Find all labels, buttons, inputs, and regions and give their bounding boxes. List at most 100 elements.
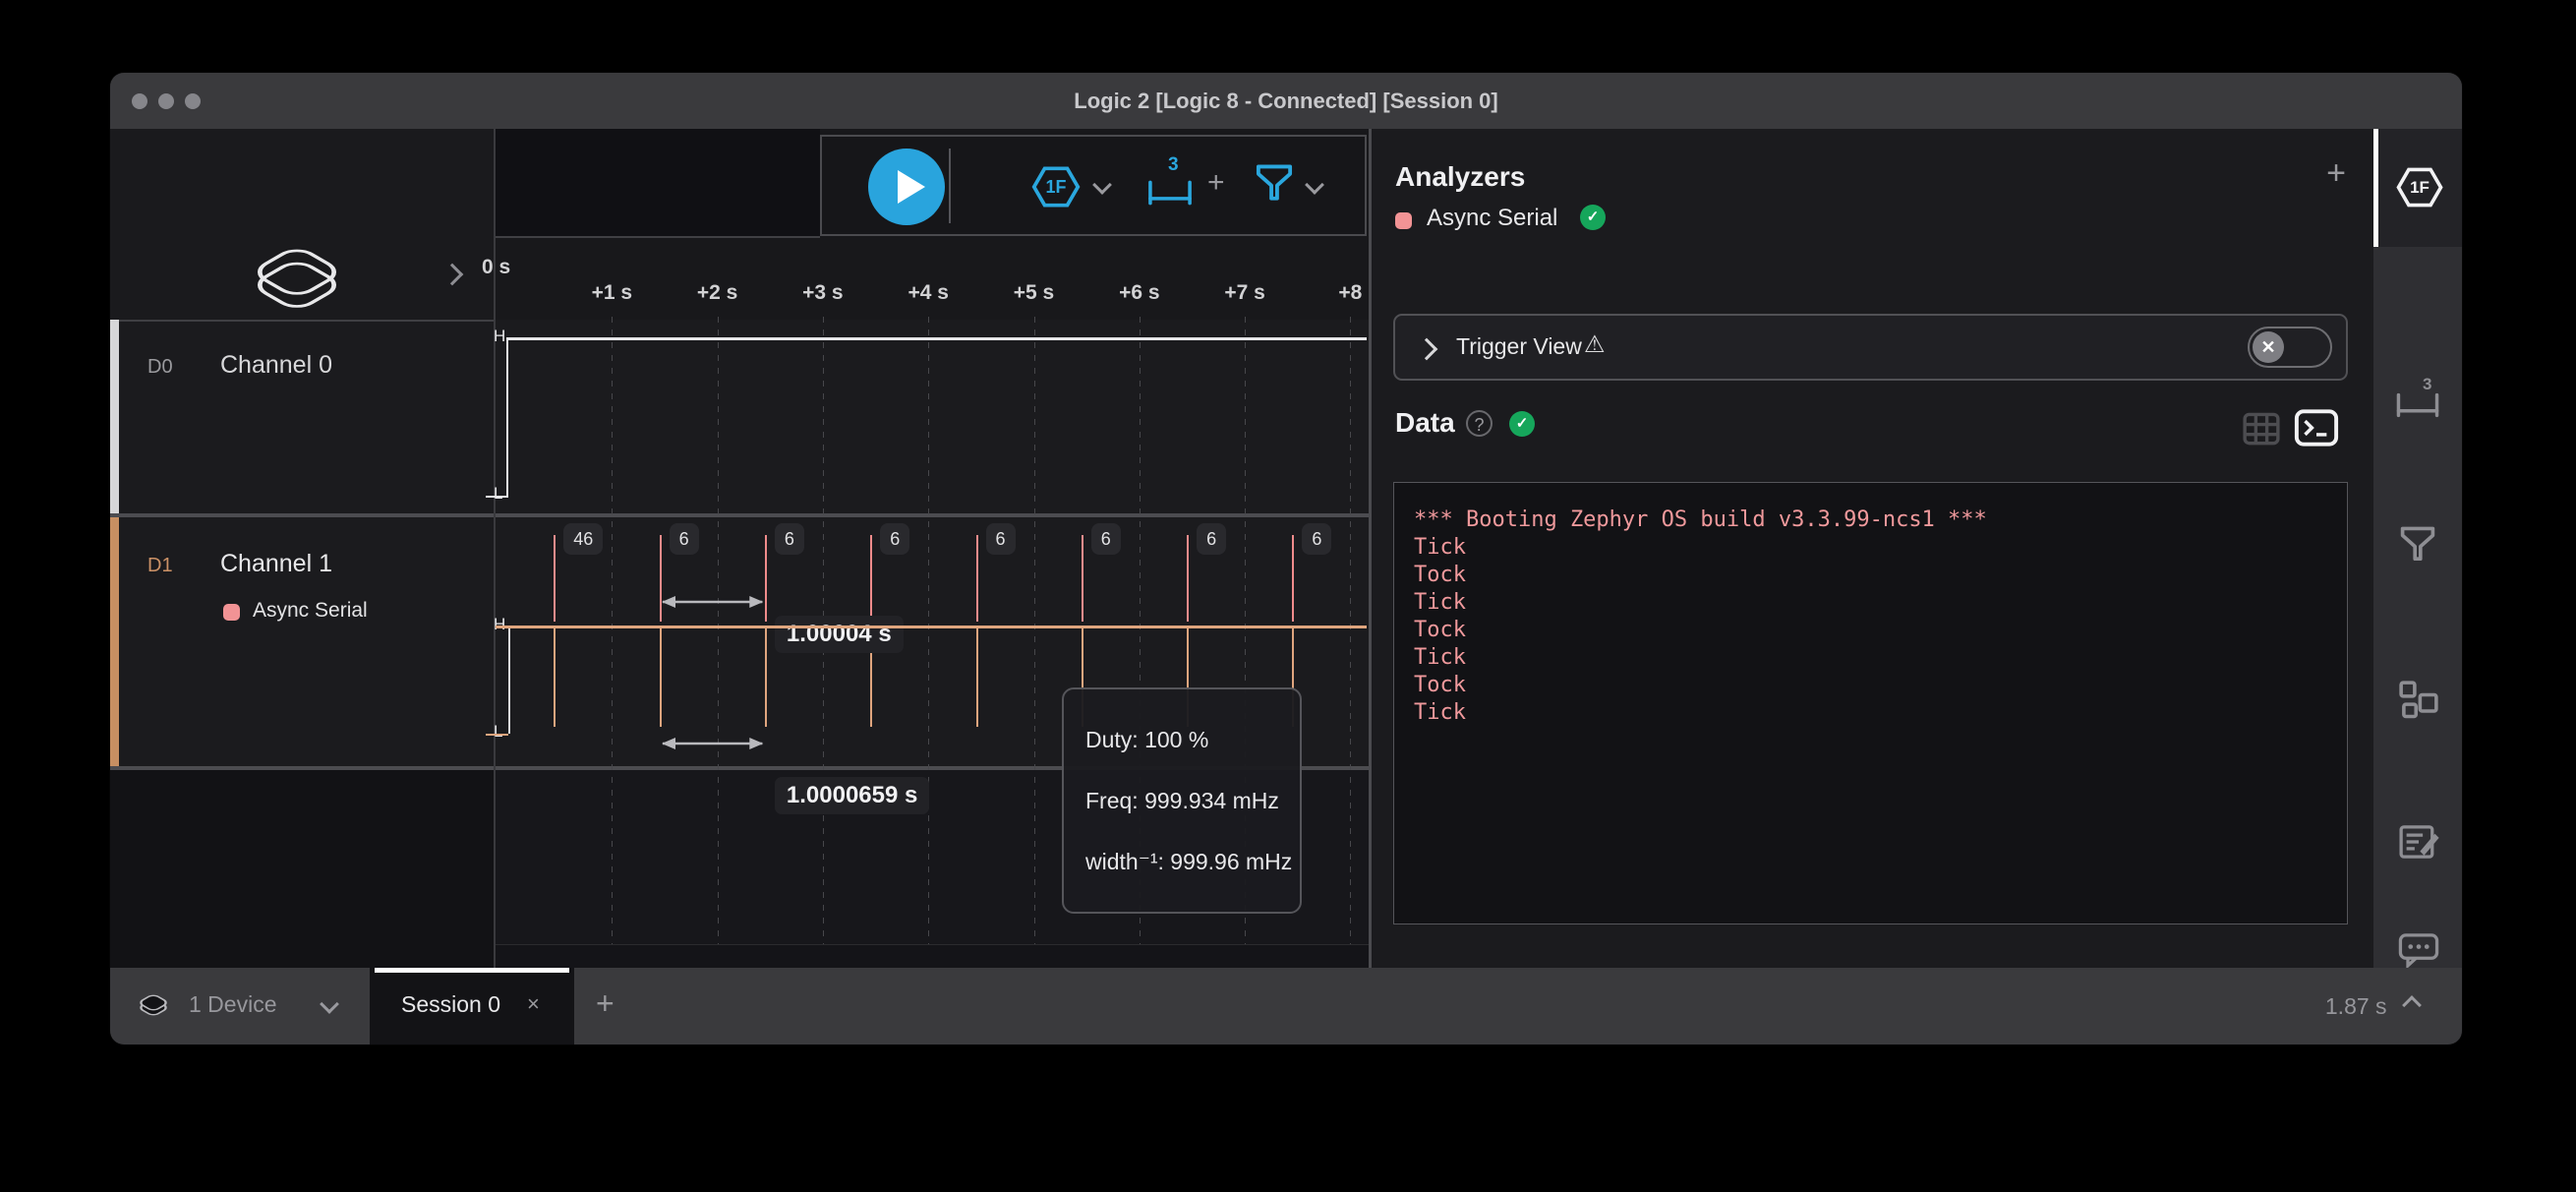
- channel1-high-line: [496, 626, 1367, 628]
- play-icon: [868, 149, 945, 225]
- tooltip-duty: Duty: 100 %: [1085, 709, 1300, 770]
- channel0-low-label: L: [494, 484, 502, 504]
- analyzer-terminal-output[interactable]: *** Booting Zephyr OS build v3.3.99-ncs1…: [1393, 482, 2348, 924]
- terminal-line: Tock: [1414, 617, 2347, 644]
- timeline-gridline: [1350, 317, 1351, 944]
- timeline-gridline: [612, 317, 613, 944]
- timeline-gridline: [928, 317, 929, 944]
- notes-icon: [2397, 821, 2440, 863]
- tooltip-freq: Freq: 999.934 mHz: [1085, 770, 1300, 831]
- toggle-off-x-icon: ✕: [2253, 331, 2284, 363]
- frame-value-badge[interactable]: 6: [670, 523, 699, 555]
- channel1-pulse: [554, 627, 556, 727]
- right-icon-strip: 1F 3: [2373, 129, 2462, 968]
- strip-item-extensions[interactable]: [2373, 673, 2462, 732]
- extensions-icon: [2397, 679, 2440, 722]
- terminal-icon: [2294, 408, 2339, 447]
- frame-value-badge[interactable]: 6: [986, 523, 1016, 555]
- channel1-pulse: [660, 627, 662, 727]
- device-count-label: 1 Device: [189, 991, 276, 1018]
- session-tab[interactable]: Session 0 ×: [370, 968, 574, 1044]
- capture-duration-label: 1.87 s: [2325, 993, 2387, 1019]
- data-title: Data: [1395, 407, 1455, 439]
- trigger-view-toggle[interactable]: ✕: [2248, 327, 2332, 368]
- strip-item-analyzers-active[interactable]: 1F: [2373, 129, 2462, 247]
- table-grid-icon: [2241, 411, 2282, 447]
- analyzers-panel: Analyzers + Async Serial ✓ Trigger View …: [1372, 129, 2373, 968]
- frame-value-badge[interactable]: 6: [1091, 523, 1121, 555]
- chat-icon: [2397, 931, 2440, 969]
- channel0-name[interactable]: Channel 0: [220, 351, 332, 380]
- analyzer-name[interactable]: Async Serial: [1427, 205, 1557, 232]
- analyzer-color-swatch: [1395, 212, 1412, 229]
- data-ok-icon: ✓: [1509, 411, 1535, 437]
- timeline-tick-label: +7 s: [1200, 281, 1289, 305]
- warning-icon: ⚠: [1584, 330, 1606, 359]
- measurement-tooltip: Duty: 100 % Freq: 999.934 mHz width⁻¹: 9…: [1062, 687, 1302, 914]
- frame-value-badge[interactable]: 6: [775, 523, 804, 555]
- channel1-color-bar: [110, 517, 119, 766]
- measurement-range-tick: [1187, 535, 1189, 622]
- measurement-range-tick: [765, 535, 767, 622]
- channel0-id: D0: [147, 356, 173, 379]
- terminal-line: Tock: [1414, 562, 2347, 589]
- channel0-color-bar: [110, 320, 119, 513]
- terminal-line: Tick: [1414, 534, 2347, 562]
- add-analyzer-button[interactable]: +: [2326, 154, 2346, 193]
- timeline-tick-label: +2 s: [673, 281, 762, 305]
- frame-value-badge[interactable]: 6: [1197, 523, 1226, 555]
- measurement-range-tick: [554, 535, 556, 622]
- channel1-id: D1: [147, 555, 173, 577]
- trigger-view-label: Trigger View: [1456, 333, 1582, 360]
- duration-chevron-up-icon: [2402, 995, 2422, 1015]
- channel0-high-line: [506, 337, 1367, 340]
- session-tab-active-stripe: [375, 968, 569, 973]
- bottom-bar: 1 Device Session 0 × + 1.87 s: [110, 968, 2462, 1044]
- trigger-view-expander[interactable]: Trigger View ⚠ ✕: [1393, 314, 2348, 381]
- frame-value-badge[interactable]: 46: [563, 523, 603, 555]
- device-count-button[interactable]: 1 Device: [134, 983, 360, 1029]
- channel1-name[interactable]: Channel 1: [220, 550, 332, 578]
- timeline-tick-label: +1 s: [567, 281, 656, 305]
- frame-value-badge[interactable]: 6: [1302, 523, 1331, 555]
- analyzers-title: Analyzers: [1395, 161, 1525, 193]
- measurement-range-tick: [870, 535, 872, 622]
- terminal-line: *** Booting Zephyr OS build v3.3.99-ncs1…: [1414, 507, 2347, 534]
- timeline-tick-label: +5 s: [990, 281, 1079, 305]
- measure-arrow-top[interactable]: [660, 595, 765, 609]
- strip-item-notes[interactable]: [2373, 815, 2462, 874]
- timeline-tick-label: +8: [1306, 281, 1394, 305]
- measurement-range-tick: [976, 535, 978, 622]
- channel1-pulse: [976, 627, 978, 727]
- measure-value-bottom[interactable]: 1.0000659 s: [775, 777, 929, 814]
- data-help-icon[interactable]: ?: [1466, 410, 1493, 437]
- channel0-low-stub: [486, 496, 506, 498]
- tooltip-width-inv: width⁻¹: 999.96 mHz: [1085, 831, 1300, 892]
- strip-item-triggers[interactable]: [2373, 520, 2462, 579]
- frame-value-badge[interactable]: 6: [880, 523, 909, 555]
- channel1-analyzer-color-swatch: [223, 604, 240, 621]
- device-small-icon: [134, 989, 173, 1021]
- measure-value-top[interactable]: 1.00004 s: [775, 616, 904, 653]
- session-tab-label: Session 0: [401, 991, 500, 1018]
- start-capture-button[interactable]: [868, 149, 945, 225]
- terminal-line: Tick: [1414, 699, 2347, 727]
- channel1-analyzer-label[interactable]: Async Serial: [253, 599, 368, 623]
- measure-arrow-bottom[interactable]: [660, 737, 765, 750]
- strip-item-measurements[interactable]: 3: [2373, 375, 2462, 434]
- timeline-origin-label: 0 s: [482, 256, 510, 279]
- add-session-button[interactable]: +: [596, 985, 615, 1022]
- data-terminal-view-button[interactable]: [2294, 408, 2339, 447]
- data-table-view-button[interactable]: [2241, 411, 2282, 447]
- timeline-gridline: [1034, 317, 1035, 944]
- triggers-funnel-icon: [2397, 524, 2438, 571]
- timeline-tick-label: +4 s: [884, 281, 972, 305]
- channel0-rising-edge: [506, 337, 508, 498]
- timeline-gridline: [718, 317, 719, 944]
- timeline-tick-label: +6 s: [1095, 281, 1184, 305]
- capture-duration-control[interactable]: 1.87 s: [2325, 983, 2419, 1029]
- channel1-start-edge: [508, 626, 510, 734]
- channel1-pulse: [765, 627, 767, 727]
- trigger-view-chevron-icon[interactable]: [1416, 338, 1438, 361]
- session-tab-close-icon[interactable]: ×: [527, 991, 540, 1017]
